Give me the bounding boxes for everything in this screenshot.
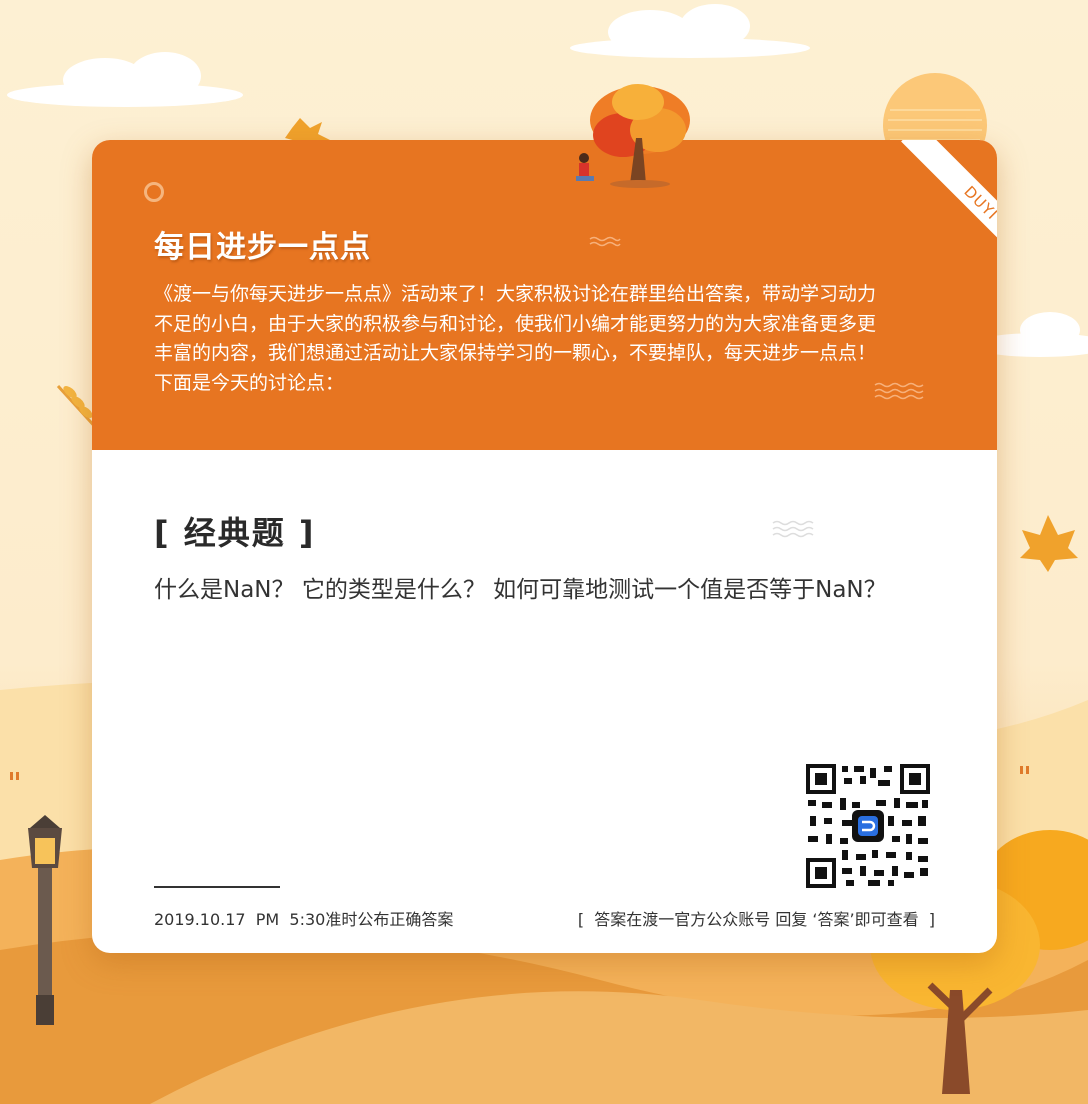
card-header: 每日进步一点点 《渡一与你每天进步一点点》活动来了！大家积极讨论在群里给出答案，… bbox=[92, 140, 997, 450]
ribbon-label: DUYI bbox=[901, 140, 997, 283]
qr-code-icon[interactable] bbox=[806, 764, 930, 888]
corner-ribbon: DUYI bbox=[847, 140, 997, 290]
footer-divider bbox=[154, 886, 280, 888]
announce-time: 2019.10.17 PM 5:30准时公布正确答案 bbox=[154, 910, 454, 929]
wave-icon bbox=[589, 236, 621, 247]
card-title: 每日进步一点点 bbox=[154, 230, 371, 265]
answer-hint: [ 答案在渡一官方公众账号 回复 ‘答案’即可查看 ] bbox=[577, 910, 935, 929]
tree-icon bbox=[576, 84, 690, 188]
wave-icon bbox=[772, 520, 814, 538]
intro-text: 《渡一与你每天进步一点点》活动来了！大家积极讨论在群里给出答案，带动学习动力不足… bbox=[154, 283, 877, 394]
section-title: [ 经典题 ] bbox=[154, 514, 316, 552]
ring-icon bbox=[144, 182, 164, 202]
question-text: 什么是NaN？ 它的类型是什么？ 如何可靠地测试一个值是否等于NaN？ bbox=[154, 577, 887, 603]
daily-progress-card: 每日进步一点点 《渡一与你每天进步一点点》活动来了！大家积极讨论在群里给出答案，… bbox=[92, 140, 997, 953]
